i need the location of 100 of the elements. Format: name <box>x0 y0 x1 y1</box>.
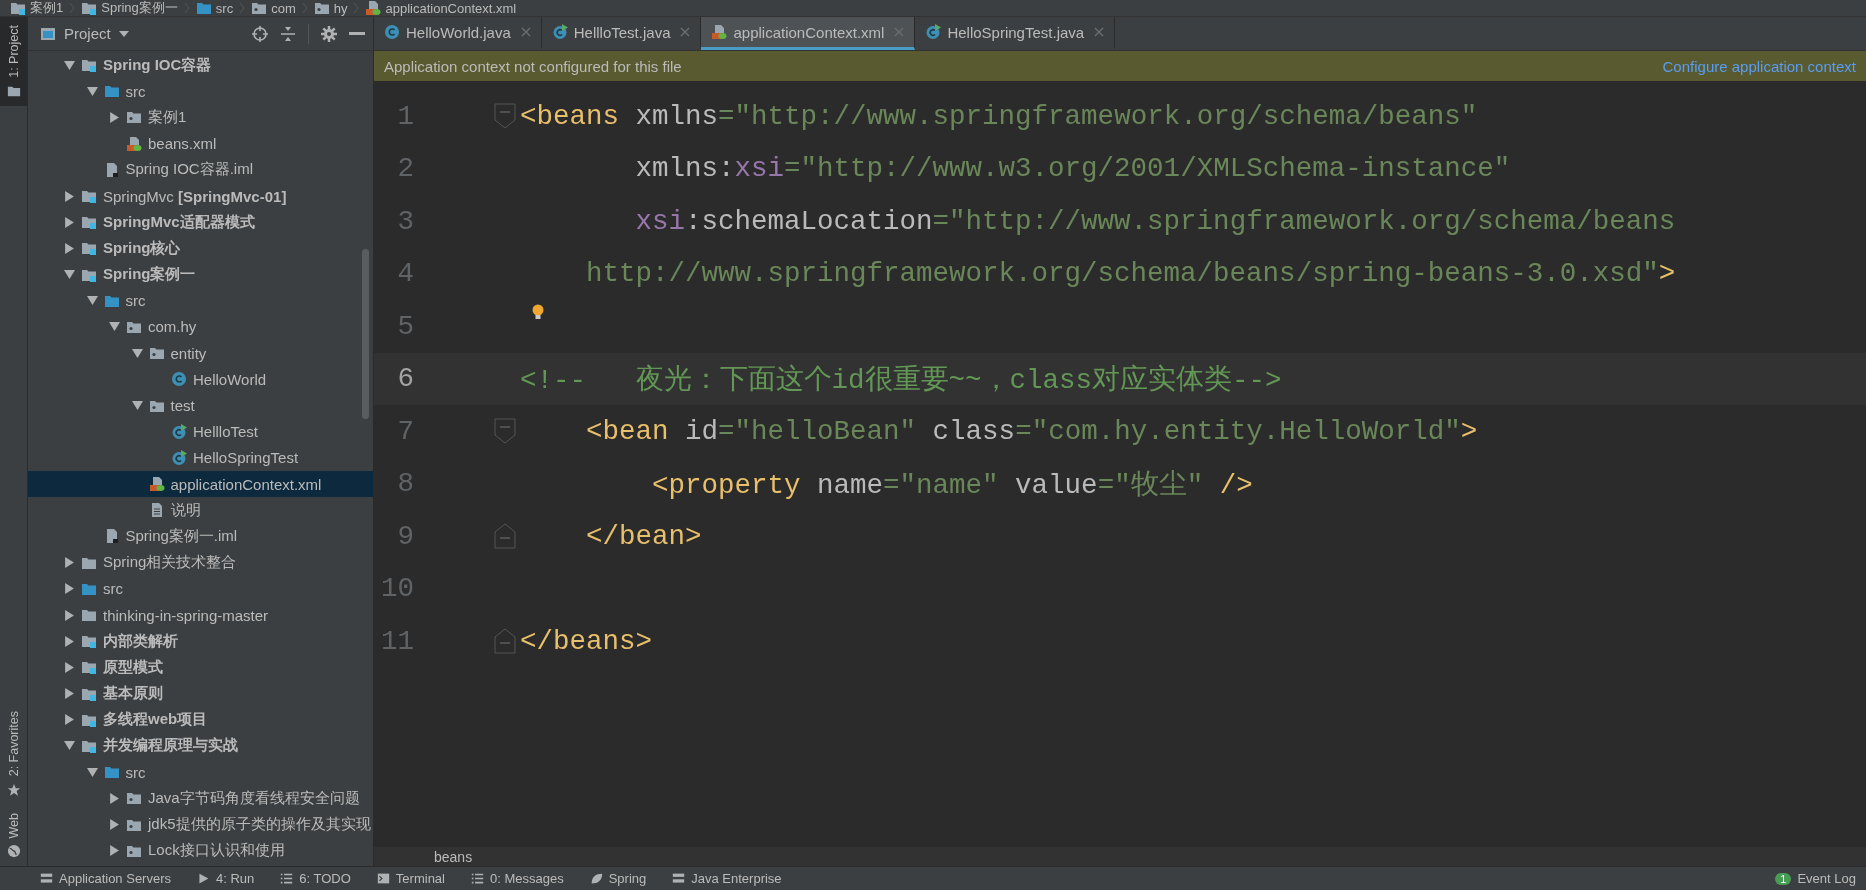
breadcrumb-item[interactable]: beans <box>434 848 473 865</box>
folder-icon <box>81 0 98 16</box>
breadcrumb-item[interactable]: 案例1 <box>10 0 64 16</box>
caret-right-icon[interactable] <box>109 792 120 804</box>
collapse-all-icon[interactable] <box>280 25 296 42</box>
caret-right-icon[interactable] <box>64 714 75 726</box>
breadcrumb-item[interactable]: com <box>251 0 296 16</box>
banner-message: Application context not configured for this file <box>384 57 682 75</box>
tree-item[interactable]: SpringMvc [SpringMvc-01] <box>28 182 373 210</box>
code-line: xmlns:xsi="http://www.w3.org/2001/XMLSchema-instance" <box>634 153 1511 185</box>
tree-item[interactable]: Spring案例一 <box>28 261 373 288</box>
tree-item[interactable]: 基本原则 <box>28 680 373 707</box>
tool-window-button[interactable]: Spring <box>589 871 647 886</box>
tree-item[interactable]: src <box>28 575 373 602</box>
breadcrumb-item[interactable]: src <box>195 0 234 16</box>
tree-item[interactable]: src <box>28 287 373 314</box>
tool-window-button[interactable]: Application Servers <box>40 871 171 886</box>
breadcrumb-item[interactable]: applicationContext.xml <box>365 0 517 16</box>
caret-right-icon[interactable] <box>109 819 120 831</box>
breadcrumb-item[interactable]: hy <box>313 0 348 16</box>
list-icon <box>280 872 294 885</box>
caret-down-icon[interactable] <box>131 347 143 359</box>
tree-item[interactable]: 并发编程原理与实战 <box>28 732 373 760</box>
caret-down-icon[interactable] <box>64 269 75 281</box>
tree-item[interactable]: 多线程web项目 <box>28 706 373 733</box>
panel-title-dropdown[interactable]: Project <box>40 25 129 42</box>
tree-item[interactable]: beans.xml <box>28 130 373 157</box>
tree-item[interactable]: src <box>28 78 373 105</box>
caret-right-icon[interactable] <box>64 557 75 569</box>
code-line: </beans> <box>520 625 653 657</box>
tool-window-tab[interactable]: 1: Project <box>0 17 27 106</box>
caret-down-icon[interactable] <box>64 59 75 71</box>
caret-right-icon[interactable] <box>109 845 120 857</box>
caret-down-icon[interactable] <box>131 400 143 412</box>
code-line: <bean id="helloBean" class="com.hy.entity.HelloWorld"> <box>585 415 1478 447</box>
line-number: 5 <box>396 310 414 342</box>
caret-right-icon[interactable] <box>64 609 75 621</box>
breadcrumb-item[interactable]: Spring案例一 <box>81 0 178 16</box>
panel-icon <box>40 25 56 42</box>
caret-right-icon[interactable] <box>64 242 75 254</box>
caret-right-icon[interactable] <box>64 661 75 673</box>
tree-item[interactable]: 原型模式 <box>28 654 373 681</box>
caret-down-icon[interactable] <box>86 766 98 778</box>
tree-item[interactable]: SpringMvc适配器模式 <box>28 209 373 236</box>
caret-down-icon[interactable] <box>86 85 98 97</box>
fold-marker-icon[interactable] <box>494 103 516 130</box>
tree-item[interactable]: src <box>28 759 373 786</box>
tree-item[interactable]: 说明 <box>28 497 373 524</box>
tool-window-button[interactable]: Terminal <box>376 871 445 886</box>
lightbulb-icon[interactable] <box>532 304 544 320</box>
caret-right-icon[interactable] <box>64 216 75 228</box>
fold-marker-icon[interactable] <box>494 418 516 445</box>
caret-right-icon[interactable] <box>64 688 75 700</box>
tree-item[interactable]: Spring IOC容器.iml <box>28 156 373 183</box>
tree-item[interactable]: Lock接口认识和使用 <box>28 837 373 864</box>
folder-icon <box>10 0 26 16</box>
tree-item[interactable]: jdk5提供的原子类的操作及其实现 <box>28 811 373 838</box>
caret-right-icon[interactable] <box>109 111 120 123</box>
caret-down-icon <box>118 30 129 37</box>
fold-marker-icon[interactable] <box>494 523 516 550</box>
globe-icon <box>6 844 21 858</box>
editor-tab[interactable]: applicationContext.xml <box>701 17 916 50</box>
folder-icon <box>81 214 97 231</box>
tree-item[interactable]: test <box>28 392 373 419</box>
settings-icon[interactable] <box>321 25 337 42</box>
leaf-icon <box>589 872 603 885</box>
tool-window-button[interactable]: 0: Messages <box>471 871 564 886</box>
caret-down-icon[interactable] <box>109 321 120 333</box>
tool-window-button[interactable]: 4: Run <box>197 871 255 886</box>
tree-item[interactable]: applicationContext.xml <box>28 471 373 498</box>
tree-item[interactable]: HellloTest <box>28 418 373 445</box>
tree-item[interactable]: Spring核心 <box>28 235 373 262</box>
tree-item[interactable]: 案例1 <box>28 104 373 131</box>
caret-right-icon[interactable] <box>64 583 75 595</box>
tree-item[interactable]: HelloWorld <box>28 366 373 393</box>
caret-right-icon[interactable] <box>64 190 75 202</box>
caret-down-icon[interactable] <box>86 295 98 307</box>
tool-window-button[interactable]: 6: TODO <box>280 871 351 886</box>
tool-window-tab[interactable]: Web <box>0 804 27 866</box>
tree-item[interactable]: 内部类解析 <box>28 628 373 655</box>
tree-item[interactable]: Spring IOC容器 <box>28 52 373 79</box>
tree-item[interactable]: entity <box>28 340 373 367</box>
editor-tab[interactable]: HelloWorld.java <box>374 17 542 50</box>
tree-item[interactable]: HelloSpringTest <box>28 444 373 471</box>
tool-window-tab[interactable]: 2: Favorites <box>0 703 27 805</box>
caret-right-icon[interactable] <box>64 635 75 647</box>
tool-window-button[interactable]: 1 Event Log <box>1775 871 1856 886</box>
tool-window-button[interactable]: Java Enterprise <box>672 871 782 886</box>
tree-item[interactable]: thinking-in-spring-master <box>28 601 373 629</box>
tree-item[interactable]: Java字节码角度看线程安全问题 <box>28 785 373 812</box>
editor-tab[interactable]: HelloSpringTest.java <box>915 17 1116 50</box>
tree-item[interactable]: Spring案例一.iml <box>28 523 373 550</box>
locate-icon[interactable] <box>252 25 268 42</box>
test-class-icon <box>925 24 942 40</box>
fold-marker-icon[interactable] <box>494 628 516 655</box>
tree-item[interactable]: com.hy <box>28 313 373 341</box>
minimize-icon[interactable] <box>349 31 365 36</box>
scrollbar-thumb[interactable] <box>362 249 369 419</box>
caret-down-icon[interactable] <box>64 740 75 752</box>
tree-item[interactable]: Spring相关技术整合 <box>28 549 373 576</box>
